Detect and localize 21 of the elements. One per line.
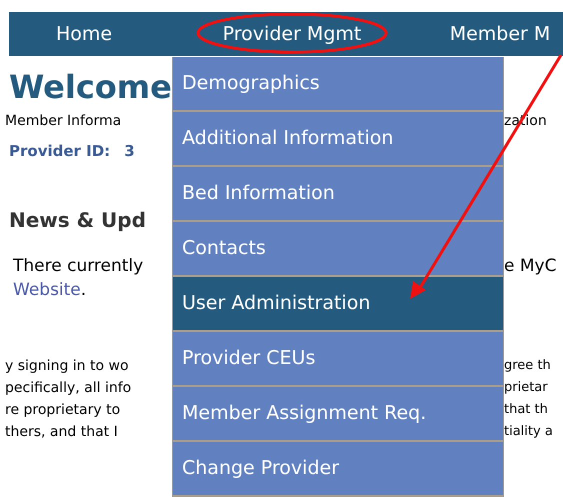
- disclaimer-text: thers, and that I: [5, 423, 119, 442]
- disclaimer-text: y signing in to wo: [5, 357, 130, 376]
- disclaimer-text: that th: [504, 401, 549, 419]
- disclaimer-text: re proprietary to: [5, 401, 122, 420]
- disclaimer-text: tiality a: [504, 423, 554, 441]
- period-text: .: [80, 280, 86, 300]
- provider-id-value: 3: [124, 142, 135, 160]
- nav-link[interactable]: Member M: [425, 20, 563, 48]
- menu-item[interactable]: User Administration: [173, 277, 503, 332]
- disclaimer-text: prietar: [504, 379, 549, 397]
- nav-link[interactable]: Provider Mgmt: [159, 20, 425, 48]
- news-heading: News & Upd: [9, 208, 146, 232]
- website-link[interactable]: Website: [13, 280, 81, 300]
- subtitle-text: Member Informa: [5, 113, 122, 129]
- nav-link[interactable]: Home: [9, 20, 159, 48]
- news-text: e MyC: [504, 256, 556, 276]
- welcome-heading: Welcome: [9, 69, 172, 105]
- disclaimer-text: gree th: [504, 357, 552, 375]
- news-text: There currently: [13, 255, 144, 278]
- provider-id-label: Provider ID:: [9, 142, 110, 160]
- disclaimer-text: pecifically, all info: [5, 379, 132, 398]
